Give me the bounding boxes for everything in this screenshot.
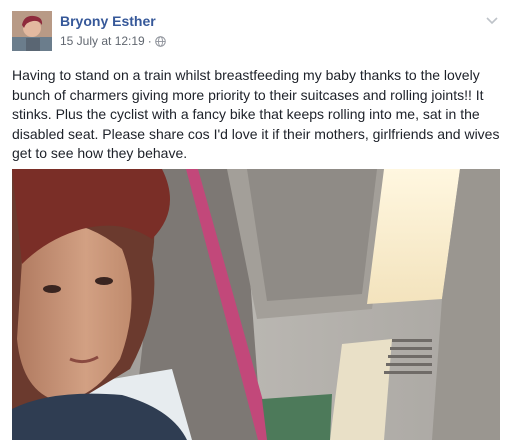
post-photo[interactable] — [12, 169, 500, 440]
post-timestamp[interactable]: 15 July at 12:19 — [60, 34, 145, 48]
post-text: Having to stand on a train whilst breast… — [12, 67, 500, 161]
chevron-down-icon[interactable] — [484, 14, 500, 26]
globe-icon[interactable] — [154, 35, 166, 47]
author-name[interactable]: Bryony Esther — [60, 13, 156, 29]
facebook-post: Bryony Esther 15 July at 12:19 · Having … — [0, 0, 512, 440]
post-meta: 15 July at 12:19 · — [60, 34, 166, 48]
meta-separator: · — [147, 34, 152, 48]
author-avatar[interactable] — [12, 11, 52, 51]
